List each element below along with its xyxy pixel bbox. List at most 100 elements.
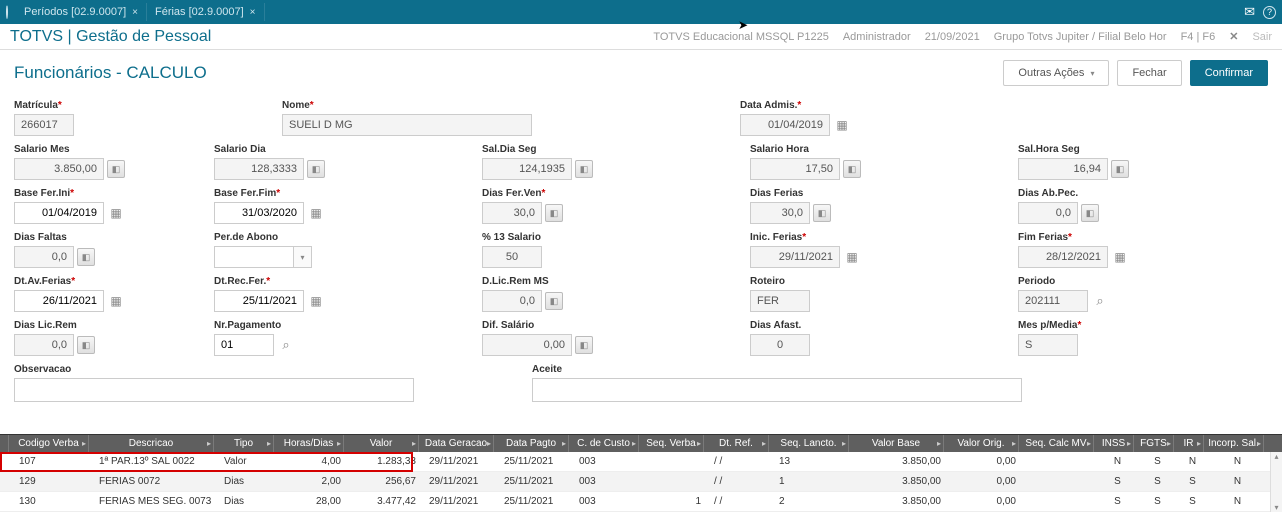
inic-ferias-field[interactable]: [750, 246, 840, 268]
roteiro-field[interactable]: [750, 290, 810, 312]
nome-field[interactable]: [282, 114, 532, 136]
col-incorp-sal[interactable]: Incorp. Sal.▸: [1204, 435, 1264, 452]
salario-hora-field[interactable]: [750, 158, 840, 180]
col-dt-ref[interactable]: Dt. Ref.▸: [704, 435, 769, 452]
d-lic-rem-ms-field[interactable]: [482, 290, 542, 312]
calc-icon[interactable]: [77, 336, 95, 354]
mes-p-media-field[interactable]: [1018, 334, 1078, 356]
calc-icon[interactable]: [307, 160, 325, 178]
sal-hora-seg-field[interactable]: [1018, 158, 1108, 180]
observacao-field[interactable]: [14, 378, 414, 402]
confirm-button[interactable]: Confirmar: [1190, 60, 1268, 86]
help-icon[interactable]: ?: [1263, 6, 1276, 19]
other-actions-button[interactable]: Outras Ações: [1003, 60, 1109, 86]
base-fer-ini-field[interactable]: [14, 202, 104, 224]
dt-av-ferias-field[interactable]: [14, 290, 104, 312]
table-cell: 3.850,00: [853, 496, 948, 507]
chevron-down-icon[interactable]: [294, 246, 312, 268]
col-fgts[interactable]: FGTS▸: [1134, 435, 1174, 452]
nome-label: Nome: [282, 100, 532, 111]
table-cell: 0,00: [948, 496, 1023, 507]
base-fer-fim-field[interactable]: [214, 202, 304, 224]
close-x-button[interactable]: ✕: [1229, 30, 1238, 43]
search-icon[interactable]: [1091, 292, 1109, 310]
dt-rec-fer-field[interactable]: [214, 290, 304, 312]
col-inss[interactable]: INSS▸: [1094, 435, 1134, 452]
roteiro-label: Roteiro: [750, 276, 1000, 287]
search-icon[interactable]: [277, 336, 295, 354]
calc-icon[interactable]: [545, 204, 563, 222]
p13-field[interactable]: [482, 246, 542, 268]
calendar-icon[interactable]: [107, 204, 125, 222]
mail-icon[interactable]: ✉: [1244, 4, 1255, 20]
dias-ferias-field[interactable]: [750, 202, 810, 224]
env-label: TOTVS Educacional MSSQL P1225: [653, 31, 828, 43]
table-cell: S: [1138, 496, 1178, 507]
col-valor-orig[interactable]: Valor Orig.▸: [944, 435, 1019, 452]
calendar-icon[interactable]: [843, 248, 861, 266]
calc-icon[interactable]: [77, 248, 95, 266]
periodo-field[interactable]: [1018, 290, 1088, 312]
col-valor[interactable]: Valor▸: [344, 435, 419, 452]
aceite-field[interactable]: [532, 378, 1022, 402]
salario-mes-field[interactable]: [14, 158, 104, 180]
matricula-field[interactable]: [14, 114, 74, 136]
dif-salario-field[interactable]: [482, 334, 572, 356]
sal-dia-seg-field[interactable]: [482, 158, 572, 180]
dias-lic-rem-field[interactable]: [14, 334, 74, 356]
close-icon[interactable]: ×: [132, 7, 138, 18]
calendar-icon[interactable]: [107, 292, 125, 310]
fim-ferias-field[interactable]: [1018, 246, 1108, 268]
col-seq-calc-mv[interactable]: Seq. Calc MV▸: [1019, 435, 1094, 452]
table-cell: 0,00: [948, 476, 1023, 487]
close-icon[interactable]: ×: [250, 7, 256, 18]
col-data-geracao[interactable]: Data Geracao▸: [419, 435, 494, 452]
table-cell: 25/11/2021: [498, 456, 573, 467]
table-cell: Dias: [218, 476, 278, 487]
calc-icon[interactable]: [575, 160, 593, 178]
calc-icon[interactable]: [1081, 204, 1099, 222]
calc-icon[interactable]: [575, 336, 593, 354]
col-ir[interactable]: IR▸: [1174, 435, 1204, 452]
calc-icon[interactable]: [843, 160, 861, 178]
table-row[interactable]: 129FERIAS 0072Dias2,00256,6729/11/202125…: [0, 472, 1282, 492]
col-codigo-verba[interactable]: Codigo Verba▸: [9, 435, 89, 452]
col-seq-verba[interactable]: Seq. Verba▸: [639, 435, 704, 452]
calendar-icon[interactable]: [1111, 248, 1129, 266]
calendar-icon[interactable]: [833, 116, 851, 134]
col-horas-dias[interactable]: Horas/Dias▸: [274, 435, 344, 452]
col-descricao[interactable]: Descricao▸: [89, 435, 214, 452]
calendar-icon[interactable]: [307, 292, 325, 310]
per-abono-field[interactable]: [214, 246, 294, 268]
calc-icon[interactable]: [1111, 160, 1129, 178]
close-button[interactable]: Fechar: [1117, 60, 1181, 86]
reload-icon[interactable]: [6, 6, 8, 18]
user-label: Administrador: [843, 31, 911, 43]
calc-icon[interactable]: [813, 204, 831, 222]
nr-pagamento-field[interactable]: [214, 334, 274, 356]
col-valor-base[interactable]: Valor Base▸: [849, 435, 944, 452]
col-data-pagto[interactable]: Data Pagto▸: [494, 435, 569, 452]
dias-ab-pec-field[interactable]: [1018, 202, 1078, 224]
table-cell: Dias: [218, 496, 278, 507]
table-row[interactable]: 1071ª PAR.13º SAL 0022Valor4,001.283,332…: [0, 452, 1282, 472]
data-admis-field[interactable]: [740, 114, 830, 136]
date-label: 21/09/2021: [925, 31, 980, 43]
dias-faltas-field[interactable]: [14, 246, 74, 268]
exit-link[interactable]: Sair: [1252, 31, 1272, 43]
tab-periodos[interactable]: Períodos [02.9.0007] ×: [16, 3, 147, 21]
table-row[interactable]: 130FERIAS MES SEG. 0073Dias28,003.477,42…: [0, 492, 1282, 512]
tab-ferias[interactable]: Férias [02.9.0007] ×: [147, 3, 265, 21]
dias-afast-field[interactable]: [750, 334, 810, 356]
dif-salario-label: Dif. Salário: [482, 320, 732, 331]
calc-icon[interactable]: [107, 160, 125, 178]
calendar-icon[interactable]: [307, 204, 325, 222]
col-tipo[interactable]: Tipo▸: [214, 435, 274, 452]
calc-icon[interactable]: [545, 292, 563, 310]
salario-dia-field[interactable]: [214, 158, 304, 180]
salario-mes-label: Salario Mes: [14, 144, 196, 155]
scrollbar[interactable]: ▴▾: [1270, 452, 1282, 512]
col-centro-custo[interactable]: C. de Custo▸: [569, 435, 639, 452]
dias-fer-ven-field[interactable]: [482, 202, 542, 224]
col-seq-lancto[interactable]: Seq. Lancto.▸: [769, 435, 849, 452]
